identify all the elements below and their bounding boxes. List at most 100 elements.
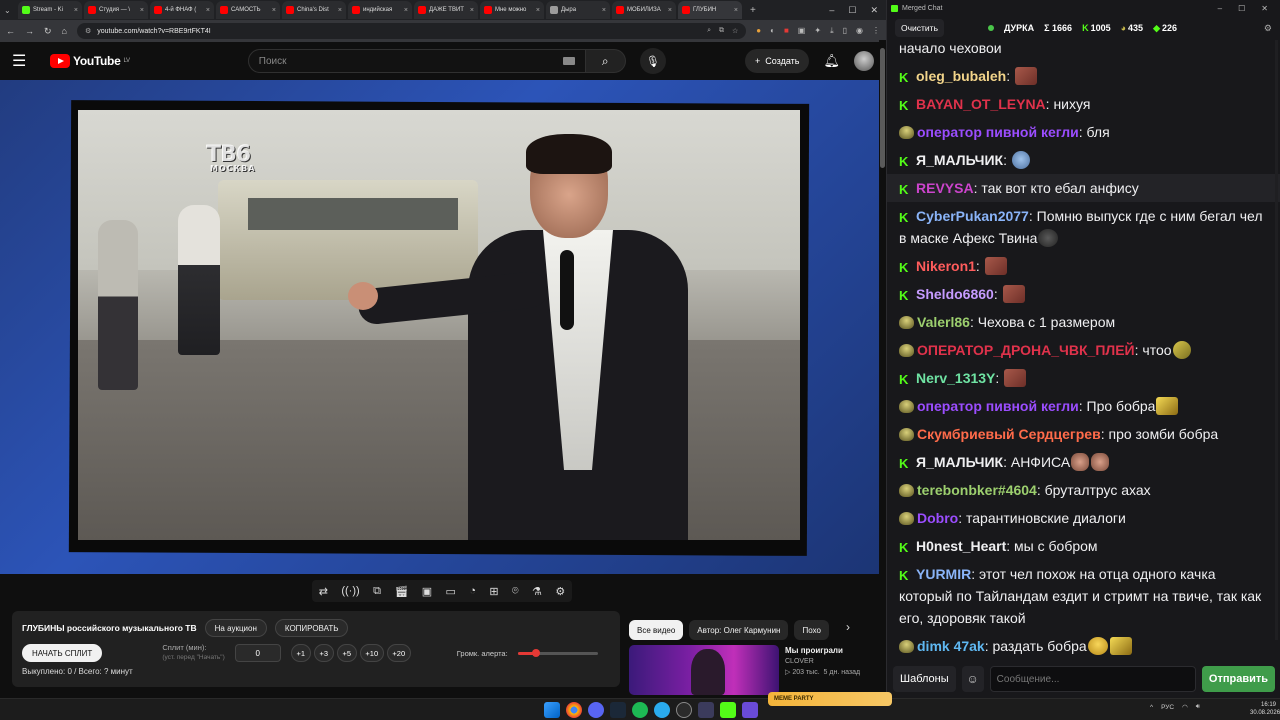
- language-indicator[interactable]: РУС: [1161, 704, 1174, 711]
- chat-scrollbar[interactable]: [1275, 40, 1278, 640]
- site-info-icon[interactable]: ⚙: [85, 27, 91, 35]
- discord-icon[interactable]: [588, 702, 604, 718]
- increment-button[interactable]: +1: [290, 644, 311, 662]
- chat-username[interactable]: H0nest_Heart: [916, 538, 1006, 554]
- meme-party-widget[interactable]: MEME PARTY: [768, 692, 892, 706]
- scrollbar-thumb[interactable]: [880, 48, 885, 168]
- auction-button[interactable]: На аукцион: [204, 619, 267, 637]
- volume-icon[interactable]: 🔊︎: [1196, 703, 1200, 711]
- extension-icon[interactable]: ●: [756, 26, 761, 36]
- browser-tab[interactable]: 4-й ФНАФ (×: [150, 1, 214, 19]
- home-icon[interactable]: ⌂: [62, 26, 67, 36]
- chevron-right-icon[interactable]: ›: [846, 620, 850, 634]
- app-icon[interactable]: [742, 702, 758, 718]
- chat-username[interactable]: Я_МАЛЬЧИК: [916, 152, 1003, 168]
- sidepanel-icon[interactable]: ▯: [843, 26, 847, 36]
- tab-close-icon[interactable]: ×: [74, 7, 78, 14]
- bookmark-star-icon[interactable]: ☆: [732, 27, 738, 35]
- chat-username[interactable]: CyberPukan2077: [916, 208, 1029, 224]
- chat-username[interactable]: Я_МАЛЬЧИК: [916, 454, 1003, 470]
- tab-close-icon[interactable]: ×: [734, 7, 738, 14]
- new-tab-button[interactable]: +: [744, 5, 762, 16]
- minimize-icon[interactable]: –: [1218, 4, 1222, 13]
- telegram-icon[interactable]: [654, 702, 670, 718]
- loop-icon[interactable]: ⇄: [319, 585, 328, 598]
- chat-username[interactable]: terebonbker#4604: [917, 482, 1037, 498]
- video-player[interactable]: ТВ6 МОСКВА: [0, 80, 879, 574]
- recommended-video[interactable]: Мы проиграли CLOVER ▷ 203 тыс. 5 дн. наз…: [629, 645, 879, 695]
- chip-similar[interactable]: Похо: [794, 620, 829, 640]
- tab-search-icon[interactable]: ⌄: [4, 6, 16, 15]
- start-split-button[interactable]: НАЧАТЬ СПЛИТ: [22, 644, 103, 662]
- tab-close-icon[interactable]: ×: [602, 7, 606, 14]
- chat-username[interactable]: YURMIR: [916, 566, 971, 582]
- install-icon[interactable]: ⧉: [719, 27, 724, 35]
- keyboard-icon[interactable]: [562, 57, 575, 65]
- kick-app-icon[interactable]: [720, 702, 736, 718]
- reload-icon[interactable]: ↻: [44, 26, 52, 37]
- page-scrollbar[interactable]: [879, 40, 886, 698]
- maximize-icon[interactable]: ☐: [848, 5, 856, 16]
- cinema-icon[interactable]: ▭: [446, 585, 456, 598]
- tab-close-icon[interactable]: ×: [140, 7, 144, 14]
- steam-icon[interactable]: [610, 702, 626, 718]
- browser-tab[interactable]: Мне можно ×: [480, 1, 544, 19]
- chat-username[interactable]: Nerv_1313Y: [916, 370, 995, 386]
- wifi-icon[interactable]: ◠: [1182, 703, 1188, 711]
- download-icon[interactable]: ⤓: [830, 26, 834, 36]
- extension-icon[interactable]: ◐: [770, 26, 775, 36]
- video-title[interactable]: Мы проиграли: [785, 645, 860, 656]
- chat-messages[interactable]: начало чеховои Koleg_bubaleh: K BAYAN_OT_L…: [887, 34, 1280, 660]
- chip-all-videos[interactable]: Все видео: [629, 620, 684, 640]
- tab-close-icon[interactable]: ×: [272, 7, 276, 14]
- add-icon[interactable]: ⊞: [489, 585, 498, 598]
- camera-record-icon[interactable]: ⧉: [373, 585, 381, 598]
- windows-start-icon[interactable]: [544, 702, 560, 718]
- alert-volume-slider[interactable]: [517, 648, 598, 657]
- browser-tab[interactable]: МОБИЛИЗА ×: [612, 1, 676, 19]
- chat-settings-icon[interactable]: ⚙: [1264, 23, 1272, 34]
- avatar[interactable]: [854, 51, 874, 71]
- zoom-icon[interactable]: ⌕: [707, 27, 711, 35]
- settings-gear-icon[interactable]: ⚙: [555, 585, 565, 598]
- notifications-bell-icon[interactable]: 🔔︎: [823, 53, 840, 69]
- close-icon[interactable]: ✕: [870, 5, 878, 16]
- search-button[interactable]: ⌕: [585, 49, 626, 73]
- chat-username[interactable]: Valerl86: [917, 314, 970, 330]
- tab-close-icon[interactable]: ×: [470, 7, 474, 14]
- copy-button[interactable]: КОПИРОВАТЬ: [274, 619, 349, 637]
- menu-dots-icon[interactable]: ⋮: [872, 26, 880, 36]
- increment-button[interactable]: +20: [386, 644, 411, 662]
- video-thumbnail[interactable]: [629, 645, 779, 695]
- increment-button[interactable]: +5: [336, 644, 357, 662]
- chat-username[interactable]: Dobro: [917, 510, 958, 526]
- extension-icon[interactable]: ✦: [814, 26, 821, 36]
- tab-close-icon[interactable]: ×: [536, 7, 540, 14]
- pip-icon[interactable]: ▣: [422, 585, 432, 598]
- clapper-icon[interactable]: 🎬︎: [394, 585, 408, 598]
- templates-button[interactable]: Шаблоны: [893, 666, 956, 692]
- browser-tab[interactable]: China's Dist ×: [282, 1, 346, 19]
- menu-icon[interactable]: ☰: [12, 51, 36, 71]
- tab-close-icon[interactable]: ×: [404, 7, 408, 14]
- chat-username[interactable]: Скумбриевый Сердцегрев: [917, 426, 1101, 442]
- send-button[interactable]: Отправить: [1201, 666, 1275, 692]
- channel-name[interactable]: CLOVER: [785, 656, 860, 667]
- voice-search-button[interactable]: 🎙: [639, 48, 666, 74]
- audio-icon[interactable]: ((·)): [341, 585, 359, 597]
- chevron-up-icon[interactable]: ^: [1150, 704, 1153, 711]
- speed-icon[interactable]: ◔: [469, 585, 476, 597]
- browser-tab[interactable]: индийская ×: [348, 1, 412, 19]
- search-input[interactable]: Поиск: [247, 49, 586, 73]
- clock[interactable]: 16:19 30.08.2026: [1250, 701, 1280, 717]
- maximize-icon[interactable]: ☐: [1238, 4, 1245, 13]
- chat-username[interactable]: BAYAN_OT_LEYNA: [916, 96, 1046, 112]
- message-input[interactable]: Сообщение...: [989, 666, 1196, 692]
- increment-button[interactable]: +3: [313, 644, 334, 662]
- youtube-logo[interactable]: YouTube LV: [50, 54, 130, 68]
- spotify-icon[interactable]: [632, 702, 648, 718]
- increment-button[interactable]: +10: [359, 644, 384, 662]
- chat-username[interactable]: Sheldo6860: [916, 286, 994, 302]
- chat-username[interactable]: Nikeron1: [916, 258, 976, 274]
- close-icon[interactable]: ✕: [1261, 4, 1268, 13]
